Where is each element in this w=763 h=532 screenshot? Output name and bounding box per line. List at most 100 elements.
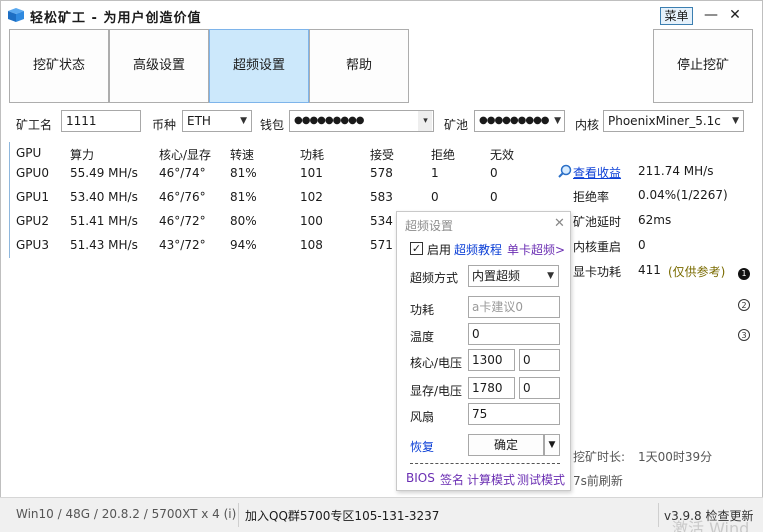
- chevron-down-icon: ▾: [418, 111, 432, 131]
- chevron-down-icon: ▼: [240, 116, 247, 126]
- cell-accepted: 578: [370, 166, 393, 180]
- cell-accepted: 571: [370, 238, 393, 252]
- menu-button[interactable]: 菜单: [660, 7, 693, 25]
- col-header-invalid: 无效: [490, 148, 515, 162]
- cell-temps: 43°/72°: [159, 238, 206, 252]
- cell-fan-speed: 80%: [230, 214, 257, 228]
- popup-title: 超频设置: [405, 219, 454, 233]
- watermark: 激活 Wind: [672, 519, 750, 532]
- chevron-down-icon: ▼: [554, 116, 561, 126]
- stop-mining-button[interactable]: 停止挖矿: [653, 29, 753, 103]
- cell-fan-speed: 94%: [230, 238, 257, 252]
- cell-invalid: 0: [490, 166, 498, 180]
- cell-hashrate: 51.43 MH/s: [70, 238, 138, 252]
- total-hashrate: 211.74 MH/s: [638, 164, 714, 178]
- tab-overclock-settings[interactable]: 超频设置: [209, 29, 309, 103]
- power-input[interactable]: a卡建议0: [468, 296, 560, 318]
- marker-1-icon: 1: [738, 268, 750, 280]
- status-divider: [238, 503, 239, 527]
- cell-power: 101: [300, 166, 323, 180]
- mining-time-label: 挖矿时长:: [573, 450, 626, 464]
- mem-clock-input[interactable]: 1780: [468, 377, 515, 399]
- col-header-accepted: 接受: [370, 148, 395, 162]
- cell-hashrate: 55.49 MH/s: [70, 166, 138, 180]
- table-selection-edge: [9, 142, 10, 258]
- fan-input[interactable]: 75: [468, 403, 560, 425]
- signature-link[interactable]: 签名: [440, 471, 464, 488]
- confirm-dropdown-button[interactable]: ▼: [544, 434, 560, 456]
- coin-value: ETH: [187, 114, 211, 128]
- coin-select[interactable]: ETH ▼: [182, 110, 252, 132]
- cell-hashrate: 51.41 MH/s: [70, 214, 138, 228]
- col-header-power: 功耗: [300, 148, 325, 162]
- cell-power: 100: [300, 214, 323, 228]
- app-cube-icon: [8, 8, 24, 22]
- cell-rejected: 0: [431, 190, 439, 204]
- tab-help[interactable]: 帮助: [309, 29, 409, 103]
- mode-select[interactable]: 内置超频 ▼: [468, 265, 559, 287]
- tab-advanced-settings[interactable]: 高级设置: [109, 29, 209, 103]
- cell-accepted: 583: [370, 190, 393, 204]
- miner-name-input[interactable]: 1111: [61, 110, 141, 132]
- gpu-power-value: 411: [638, 263, 661, 277]
- status-divider: [658, 503, 659, 527]
- close-icon[interactable]: ✕: [554, 216, 565, 231]
- cell-hashrate: 53.40 MH/s: [70, 190, 138, 204]
- power-label: 功耗: [410, 303, 435, 317]
- cell-gpu-id: GPU2: [16, 214, 49, 228]
- cell-fan-speed: 81%: [230, 166, 257, 180]
- mode-label: 超频方式: [410, 271, 459, 285]
- col-header-rejected: 拒绝: [431, 148, 456, 162]
- kernel-select[interactable]: PhoenixMiner_5.1c ▼: [603, 110, 744, 132]
- miner-name-label: 矿工名: [16, 118, 53, 132]
- confirm-button[interactable]: 确定: [468, 434, 544, 456]
- test-mode-link[interactable]: 测试模式: [517, 471, 565, 488]
- wallet-select[interactable]: ●●●●●●●●● ▾: [289, 110, 434, 132]
- mode-value: 内置超频: [472, 269, 521, 283]
- system-info: Win10 / 48G / 20.8.2 / 5700XT x 4 (i): [16, 507, 237, 521]
- minimize-button[interactable]: —: [700, 4, 722, 26]
- pool-select[interactable]: ●●●●●●●●● ▼: [474, 110, 565, 132]
- pool-latency-value: 62ms: [638, 213, 672, 227]
- single-card-link[interactable]: 单卡超频>: [507, 241, 565, 258]
- pool-value: ●●●●●●●●●: [479, 115, 550, 126]
- enable-checkbox[interactable]: ✓: [410, 242, 423, 255]
- qq-group-text[interactable]: 加入QQ群5700专区105-131-3237: [245, 507, 439, 524]
- kernel-restart-label: 内核重启: [573, 240, 622, 254]
- wallet-label: 钱包: [260, 118, 285, 132]
- reject-rate-label: 拒绝率: [573, 190, 610, 204]
- cell-temps: 46°/76°: [159, 190, 206, 204]
- cell-accepted: 534: [370, 214, 393, 228]
- coin-label: 币种: [152, 118, 177, 132]
- core-voltage-input[interactable]: 0: [519, 349, 560, 371]
- cell-temps: 46°/72°: [159, 214, 206, 228]
- view-earnings-link[interactable]: 查看收益: [573, 164, 621, 181]
- cell-power: 108: [300, 238, 323, 252]
- tab-mining-status[interactable]: 挖矿状态: [9, 29, 109, 103]
- marker-3-icon: 3: [738, 329, 750, 341]
- cell-fan-speed: 81%: [230, 190, 257, 204]
- tutorial-link[interactable]: 超频教程: [454, 241, 502, 258]
- window-title: 轻松矿工 - 为用户创造价值: [30, 11, 202, 26]
- col-header-temps: 核心/显存: [159, 148, 212, 162]
- temp-input[interactable]: 0: [468, 323, 560, 345]
- marker-2-icon: 2: [738, 299, 750, 311]
- chevron-down-icon: ▼: [547, 271, 554, 281]
- close-button[interactable]: ✕: [724, 4, 746, 26]
- cell-rejected: 1: [431, 166, 439, 180]
- cell-gpu-id: GPU0: [16, 166, 49, 180]
- col-header-fan: 转速: [230, 148, 255, 162]
- compute-mode-link[interactable]: 计算模式: [467, 471, 515, 488]
- temp-label: 温度: [410, 330, 435, 344]
- overclock-popup: 超频设置 ✕ ✓ 启用 超频教程 单卡超频> 超频方式 内置超频 ▼ 功耗 a卡…: [396, 211, 571, 491]
- core-clock-input[interactable]: 1300: [468, 349, 515, 371]
- bios-link[interactable]: BIOS: [406, 471, 435, 485]
- cell-gpu-id: GPU1: [16, 190, 49, 204]
- mem-voltage-input[interactable]: 0: [519, 377, 560, 399]
- pool-latency-label: 矿池延时: [573, 215, 622, 229]
- cell-invalid: 0: [490, 190, 498, 204]
- status-bar: Win10 / 48G / 20.8.2 / 5700XT x 4 (i) 加入…: [0, 497, 763, 532]
- cell-power: 102: [300, 190, 323, 204]
- restore-link[interactable]: 恢复: [410, 438, 434, 455]
- title-bar: 轻松矿工 - 为用户创造价值 菜单 — ✕: [0, 0, 763, 30]
